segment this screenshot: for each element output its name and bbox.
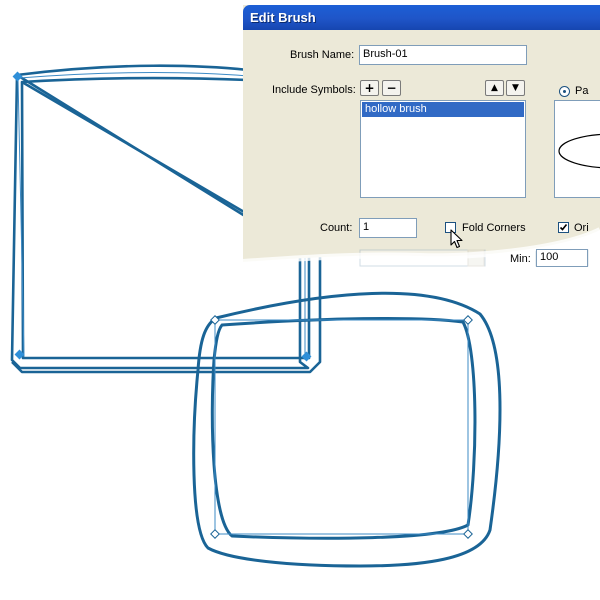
brush-preview xyxy=(554,100,600,198)
dialog-title: Edit Brush xyxy=(250,10,316,25)
brush-name-input[interactable]: Brush-01 xyxy=(359,45,527,65)
brush-name-label: Brush Name: xyxy=(290,49,355,61)
diamond-node-icon xyxy=(12,71,23,82)
diamond-node-icon xyxy=(463,529,473,539)
right-inner-stroke xyxy=(210,316,477,540)
orient-checkbox[interactable] xyxy=(558,222,569,233)
path-radio[interactable] xyxy=(559,86,570,97)
diamond-node-icon xyxy=(210,529,220,539)
list-item[interactable]: hollow brush xyxy=(362,102,524,117)
move-down-button[interactable]: ▼ xyxy=(506,80,525,96)
right-nodes[interactable] xyxy=(210,315,473,539)
symbols-listbox[interactable]: hollow brush xyxy=(360,100,526,198)
count-label: Count: xyxy=(320,222,353,234)
right-guide-path xyxy=(214,319,469,535)
check-icon xyxy=(559,224,568,231)
right-hollow-brush-shape[interactable] xyxy=(192,291,502,568)
move-up-button[interactable]: ▲ xyxy=(485,80,504,96)
min-label: Min: xyxy=(510,253,531,265)
min-input[interactable]: 100 xyxy=(536,249,588,267)
fold-corners-label: Fold Corners xyxy=(462,222,526,234)
remove-symbol-button[interactable]: − xyxy=(382,80,401,96)
arrow-cursor-icon xyxy=(450,229,463,249)
orient-label: Ori xyxy=(574,222,589,234)
count-input[interactable]: 1 xyxy=(359,218,417,238)
right-outer-stroke xyxy=(192,291,502,568)
path-radio-label: Pa xyxy=(575,85,589,97)
add-symbol-button[interactable]: + xyxy=(360,80,379,96)
include-symbols-label: Include Symbols: xyxy=(272,84,356,96)
